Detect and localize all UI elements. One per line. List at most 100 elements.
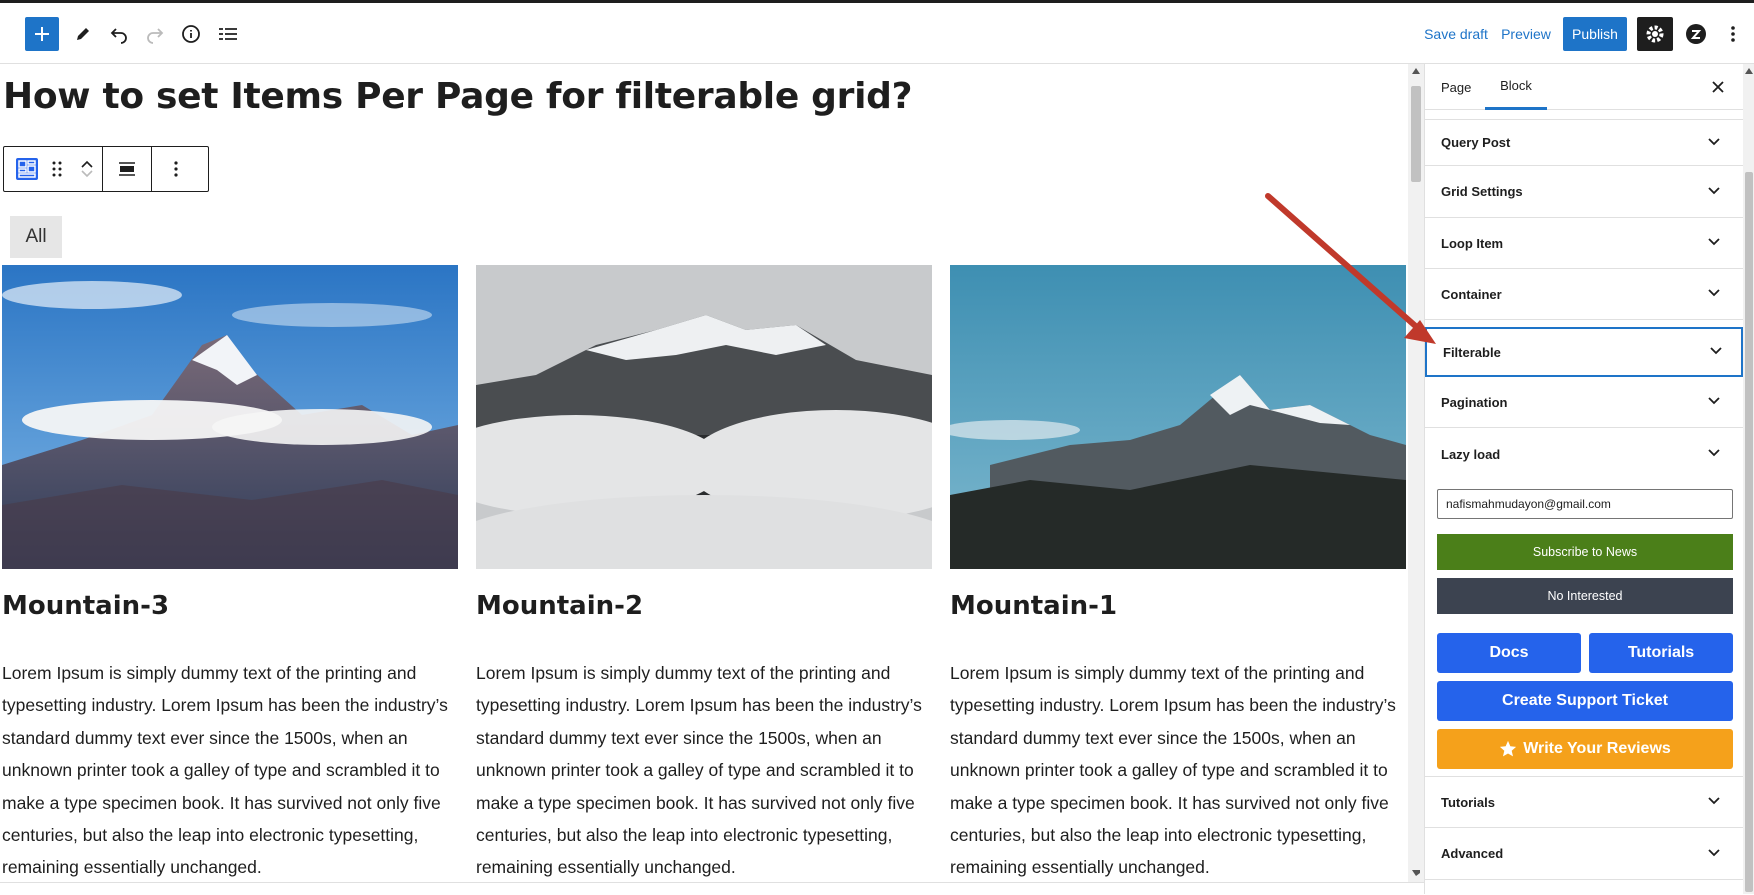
redo-icon [147, 28, 164, 44]
card-excerpt: Lorem Ipsum is simply dummy text of the … [950, 663, 1396, 878]
card-excerpt: Lorem Ipsum is simply dummy text of the … [476, 663, 922, 878]
star-icon [1500, 740, 1517, 757]
scroll-up-arrow-icon[interactable] [1745, 68, 1753, 74]
chevron-up-icon[interactable] [80, 159, 94, 169]
panel-title: Container [1441, 286, 1502, 302]
chevron-down-icon [1708, 397, 1720, 405]
scroll-down-arrow-icon[interactable] [1412, 870, 1420, 876]
email-field[interactable] [1437, 489, 1733, 519]
grid-card: Mountain-3 Lorem Ipsum is simply dummy t… [2, 265, 458, 877]
panel-title: Advanced [1441, 846, 1504, 861]
panel-filterable[interactable]: Filterable [1425, 327, 1743, 377]
chevron-down-icon [1708, 186, 1720, 194]
card-title: Mountain-2 [476, 591, 644, 621]
panel-title: Grid Settings [1441, 184, 1523, 199]
close-sidebar-button[interactable] [1703, 72, 1733, 102]
grid-card: Mountain-2 Lorem Ipsum is simply dummy t… [476, 265, 932, 877]
chevron-down-icon[interactable] [80, 169, 94, 179]
align-button[interactable] [112, 147, 142, 191]
block-options-button[interactable] [161, 147, 191, 191]
tab-page[interactable]: Page [1441, 64, 1471, 110]
panel-lazy-load[interactable]: Lazy load [1425, 428, 1743, 480]
block-toolbar-group [4, 147, 103, 191]
panel-title: Filterable [1443, 344, 1501, 360]
post-title[interactable]: How to set Items Per Page for filterable… [3, 76, 913, 117]
panel-query-post[interactable]: Query Post [1425, 120, 1743, 166]
scroll-thumb[interactable] [1411, 86, 1421, 182]
settings-sidebar: Page Block Query Post Grid Settings Loop… [1424, 64, 1754, 894]
chevron-down-icon [1708, 848, 1720, 856]
card-title: Mountain-1 [950, 591, 1118, 621]
docs-button[interactable]: Docs [1437, 633, 1581, 673]
panel-title: Lazy load [1441, 446, 1501, 462]
more-vertical-icon [174, 161, 178, 177]
plugin-button[interactable] [1680, 17, 1712, 51]
scroll-up-arrow-icon[interactable] [1412, 68, 1420, 74]
drag-handle-icon [52, 161, 62, 177]
card-excerpt: Lorem Ipsum is simply dummy text of the … [2, 663, 448, 878]
chevron-down-icon [1708, 289, 1720, 297]
panel-loop-item[interactable]: Loop Item [1425, 218, 1743, 269]
panel-tutorials[interactable]: Tutorials [1425, 776, 1743, 828]
subscribe-button[interactable]: Subscribe to News [1437, 534, 1733, 570]
more-vertical-icon [1731, 26, 1735, 42]
add-block-button[interactable] [25, 17, 59, 51]
card-title: Mountain-3 [2, 591, 170, 621]
write-review-button[interactable]: Write Your Reviews [1437, 729, 1733, 769]
publish-button[interactable]: Publish [1563, 17, 1627, 51]
more-group [152, 147, 200, 191]
chevron-down-icon [1708, 238, 1720, 246]
save-draft-button[interactable]: Save draft [1424, 17, 1488, 51]
align-wide-icon [119, 162, 135, 176]
editor-canvas: How to set Items Per Page for filterable… [0, 64, 1408, 894]
plus-icon [35, 27, 49, 41]
panel-title: Tutorials [1441, 794, 1495, 810]
list-view-icon [219, 28, 237, 40]
scroll-thumb[interactable] [1745, 172, 1753, 892]
settings-button[interactable] [1637, 17, 1673, 51]
sidebar-scrollbar[interactable] [1743, 64, 1754, 894]
chevron-down-icon [1708, 449, 1720, 457]
panel-pagination[interactable]: Pagination [1425, 377, 1743, 428]
drag-handle[interactable] [42, 147, 72, 191]
close-icon [1712, 81, 1724, 93]
grid-block-icon [16, 158, 38, 180]
pencil-icon [77, 28, 89, 40]
panel-advanced[interactable]: Advanced [1425, 828, 1743, 880]
undo-icon [110, 28, 127, 44]
redo-button[interactable] [139, 17, 171, 51]
tab-block[interactable]: Block [1485, 64, 1547, 110]
write-review-label: Write Your Reviews [1523, 740, 1671, 757]
panel-grid-settings[interactable]: Grid Settings [1425, 166, 1743, 218]
chevron-down-icon [1710, 347, 1722, 355]
mountain-image[interactable] [476, 265, 932, 569]
undo-button[interactable] [103, 17, 135, 51]
block-breadcrumb-bar [0, 882, 1424, 895]
panel-title: Loop Item [1441, 235, 1504, 251]
gear-icon [1646, 25, 1664, 43]
list-view-button[interactable] [212, 17, 244, 51]
grid-card: Mountain-1 Lorem Ipsum is simply dummy t… [950, 265, 1406, 877]
preview-button[interactable]: Preview [1500, 17, 1552, 51]
mountain-image[interactable] [2, 265, 458, 569]
chevron-down-icon [1708, 797, 1720, 805]
filter-all-button[interactable]: All [10, 216, 62, 258]
tutorials-button[interactable]: Tutorials [1589, 633, 1733, 673]
editor-top-toolbar: Save draft Preview Publish [0, 0, 1754, 64]
panel-title: Query Post [1441, 135, 1511, 150]
options-menu-button[interactable] [1719, 17, 1747, 51]
create-support-ticket-button[interactable]: Create Support Ticket [1437, 681, 1733, 721]
mountain-image[interactable] [950, 265, 1406, 569]
panel-title: Pagination [1441, 394, 1508, 410]
block-toolbar [3, 146, 209, 192]
move-buttons[interactable] [72, 147, 102, 191]
align-group [103, 147, 152, 191]
chevron-down-icon [1708, 137, 1720, 145]
edit-tool-button[interactable] [67, 17, 99, 51]
plugin-logo-icon [1686, 24, 1706, 44]
block-type-button[interactable] [12, 147, 42, 191]
editor-scrollbar[interactable] [1408, 64, 1424, 882]
details-button[interactable] [175, 17, 207, 51]
panel-container[interactable]: Container [1425, 269, 1743, 320]
no-interest-button[interactable]: No Interested [1437, 578, 1733, 614]
